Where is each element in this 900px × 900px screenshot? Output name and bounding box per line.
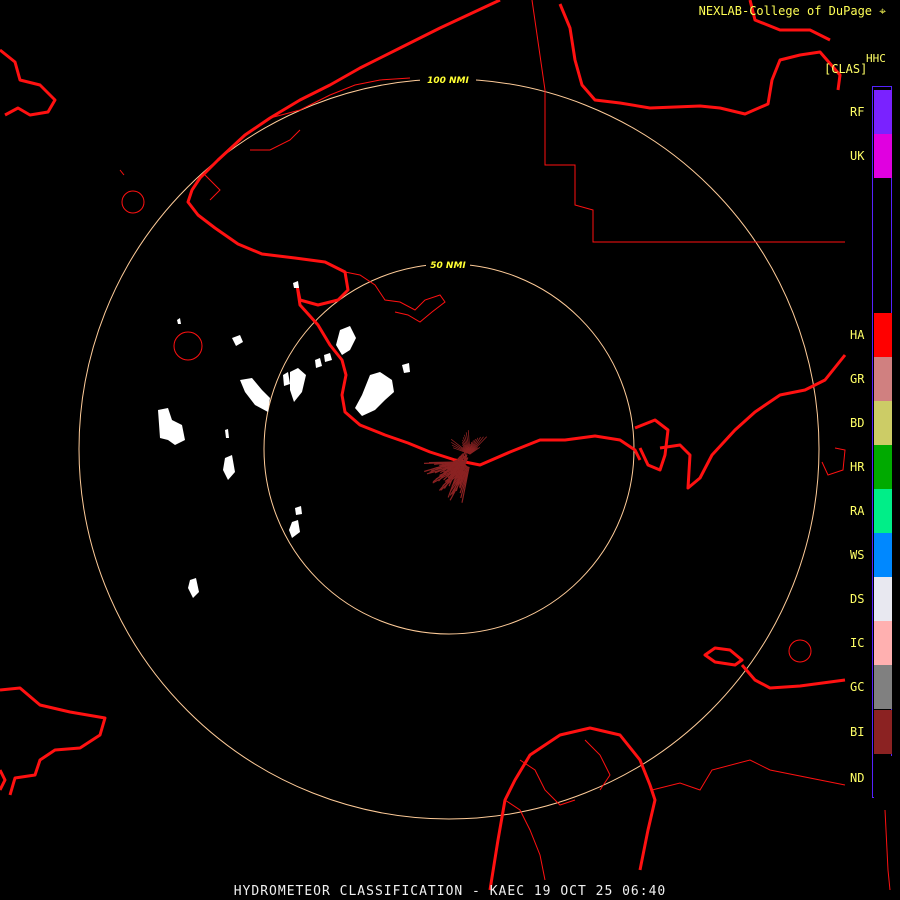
legend-label-ds: DS [850,592,865,606]
dry-snow-echoes [158,281,410,598]
legend-label-rf: RF [850,105,865,119]
legend-swatch-ws [874,533,892,577]
legend-label-bd: BD [850,416,865,430]
legend-label-nd: ND [850,771,865,785]
radar-map: 50 NMI 100 NMI [0,0,891,891]
legend-label-ws: WS [850,548,865,562]
lake-outline [173,331,203,361]
legend-label-ra: RA [850,504,865,518]
lake-outline [121,190,145,214]
legend-swatch-gc [874,665,892,709]
legend-label-hr: HR [850,460,865,474]
ring-label-100: 100 NMI [427,76,469,86]
legend-swatch-ic [874,621,892,665]
footer-title: HYDROMETEOR CLASSIFICATION - KAEC 19 OCT… [233,884,667,899]
product-label: HHC [866,52,886,65]
ring-label-50: 50 NMI [430,261,466,271]
legend-swatch-rf [874,90,892,134]
legend-swatch-bd [874,401,892,445]
legend-label-gr: GR [850,372,865,386]
product-code: [CLAS] [824,62,868,76]
legend-swatch-gr [874,357,892,401]
legend-swatch-ds [874,577,892,621]
legend-swatch-hr [874,445,892,489]
legend-swatch-uk [874,134,892,178]
legend-label-gc: GC [850,680,865,694]
legend-swatch-bi [874,710,892,754]
legend-swatch-ha [874,313,892,357]
state-borders [531,0,891,891]
legend-label-bi: BI [850,725,865,739]
credit-text: NEXLAB-College of DuPage ⌖ [698,4,886,18]
lake-outline [788,639,812,663]
legend-label-ic: IC [850,636,865,650]
legend-label-uk: UK [850,149,865,163]
coastline [0,0,847,891]
range-ring-50 [263,263,635,635]
ground-clutter [423,430,487,503]
legend-label-ha: HA [850,328,865,342]
legend-swatch-ra [874,489,892,533]
range-ring-100 [78,78,820,820]
legend-swatch-nd [874,756,892,800]
